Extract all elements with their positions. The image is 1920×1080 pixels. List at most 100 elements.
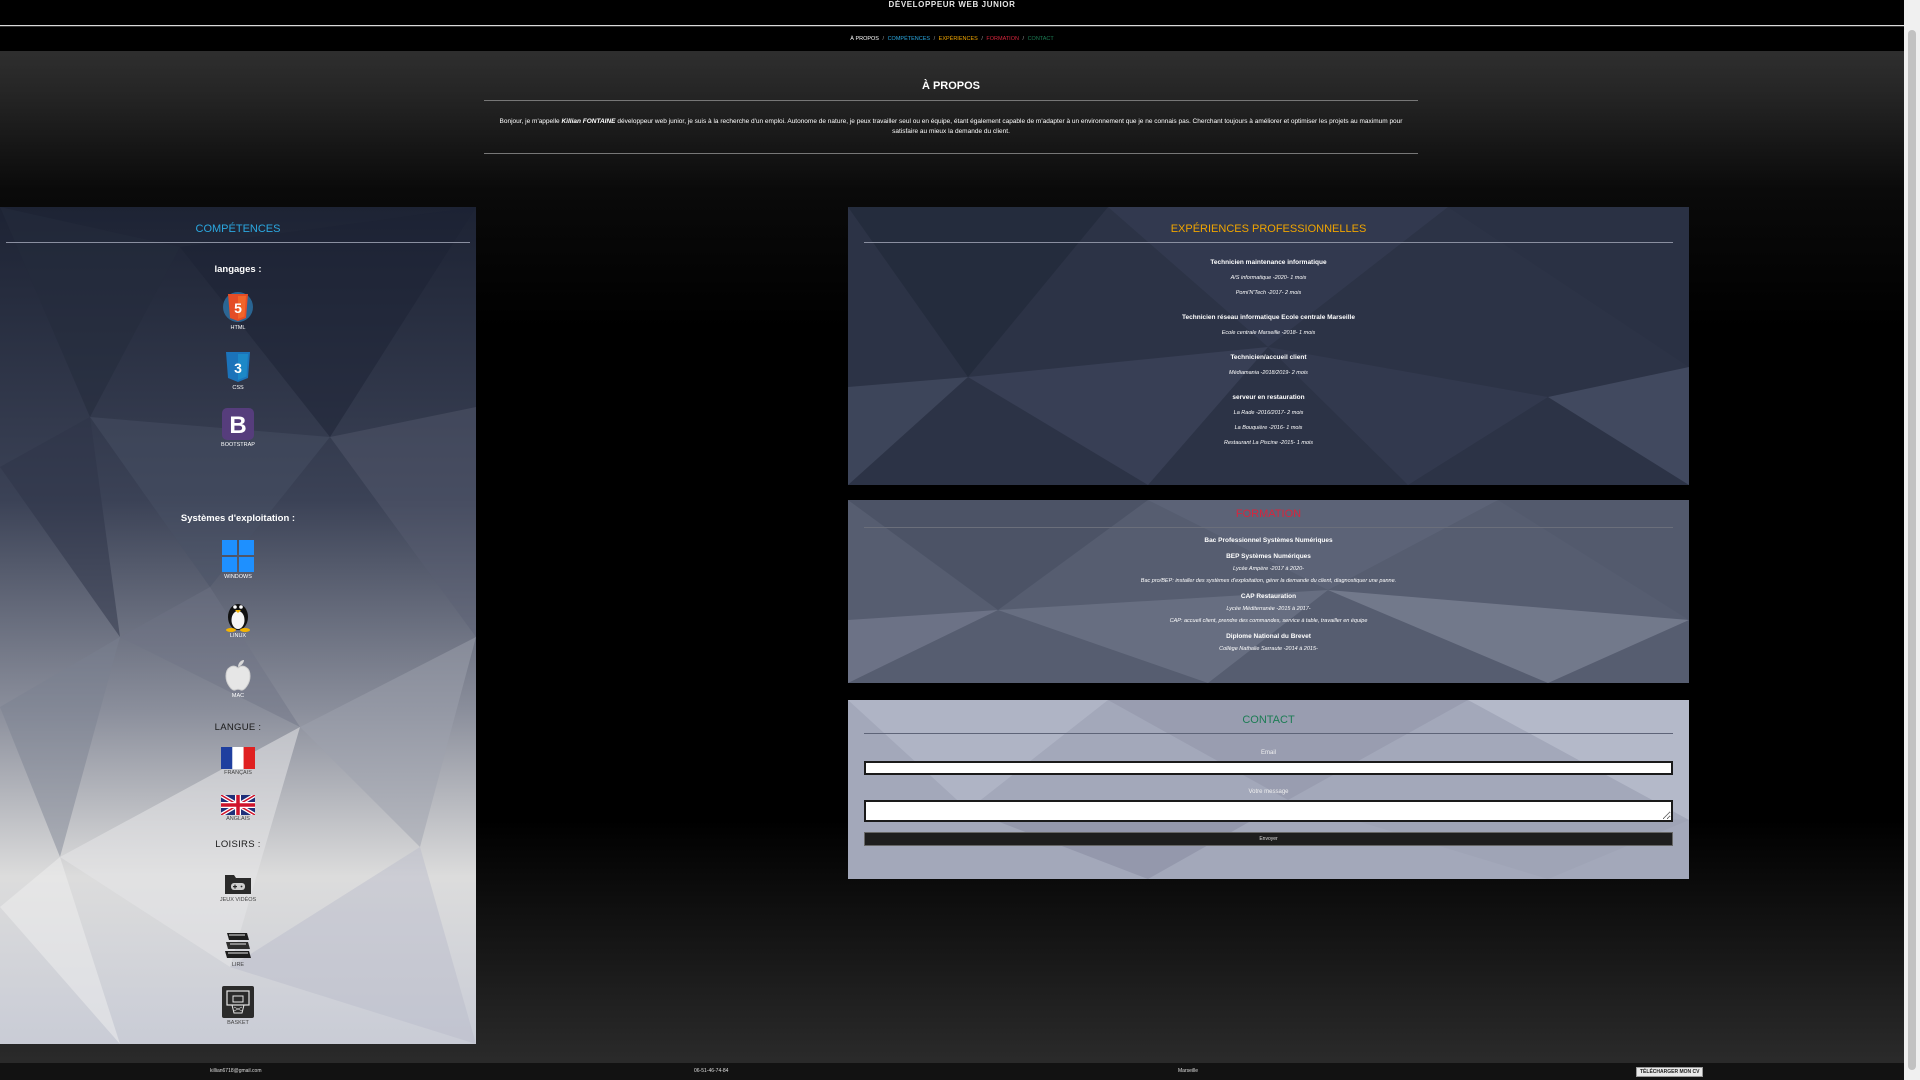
skill-label: WINDOWS xyxy=(224,574,252,580)
skill-label: HTML xyxy=(230,325,246,331)
gamepad-folder-icon xyxy=(225,875,251,894)
job-title: Technicien maintenance informatique xyxy=(1210,259,1327,266)
skill-label: CSS xyxy=(232,385,244,391)
langue-title: LANGUE : xyxy=(214,722,262,733)
basketball-hoop-icon xyxy=(222,986,254,1018)
footer-city: Marseille xyxy=(1178,1068,1199,1074)
formation-panel: FORMATION Bac Professionnel Systèmes Num… xyxy=(848,500,1689,683)
france-flag-icon xyxy=(221,747,255,769)
nav-separator: / xyxy=(981,36,983,42)
skills-title: COMPÉTENCES xyxy=(6,207,470,243)
contact-content: CONTACT Email Votre message Envoyer xyxy=(848,700,1689,846)
list-item: serveur en restauration La Rade -2016/20… xyxy=(848,394,1689,446)
download-cv-button[interactable]: TÉLÉCHARGER MON CV xyxy=(1636,1067,1704,1077)
about-section: À PROPOS Bonjour, je m'appelle Killian F… xyxy=(484,80,1418,154)
email-field[interactable] xyxy=(864,761,1673,775)
languages-title: langages : xyxy=(214,264,262,275)
message-label: Votre message xyxy=(1248,789,1289,795)
site-title: DÉVELOPPEUR WEB JUNIOR xyxy=(888,0,1016,9)
nav-link-contact[interactable]: CONTACT xyxy=(1028,36,1054,42)
skill-anglais: ANGLAIS xyxy=(0,795,476,822)
job-detail: La Rade -2016/2017- 2 mois xyxy=(1233,410,1304,416)
top-header: DÉVELOPPEUR WEB JUNIOR xyxy=(0,0,1904,26)
nav-link-formation[interactable]: FORMATION xyxy=(986,36,1019,42)
svg-text:5: 5 xyxy=(234,300,242,316)
formation-line: Diplome National du Brevet xyxy=(1226,633,1311,640)
contact-title: CONTACT xyxy=(864,700,1673,734)
job-detail: Restaurant La Piscine -2015- 1 mois xyxy=(1224,440,1313,446)
list-item: Technicien réseau informatique Ecole cen… xyxy=(848,314,1689,336)
nav-link-skills[interactable]: COMPÉTENCES xyxy=(888,36,930,42)
skill-linux: LINUX xyxy=(0,598,476,639)
hobbies-title: LOISIRS : xyxy=(215,839,261,850)
formation-line: CAP: accueil client, prendre des command… xyxy=(1169,618,1368,624)
skill-francais: FRANÇAIS xyxy=(0,747,476,776)
formation-line: BEP Systèmes Numériques xyxy=(1226,553,1311,560)
job-detail: Pomi'N'Tech -2017- 2 mois xyxy=(1235,290,1302,296)
hobby-lire: LIRE xyxy=(0,927,476,968)
nav-separator: / xyxy=(1022,36,1025,42)
formation-title: FORMATION xyxy=(864,500,1673,528)
os-title: Systèmes d'exploitation : xyxy=(180,513,296,524)
skill-label: JEUX VIDÉOS xyxy=(219,897,257,903)
message-field[interactable] xyxy=(864,800,1673,822)
skills-panel: COMPÉTENCES langages : 5 HTML 3 CSS B BO… xyxy=(0,207,476,1044)
formation-line: CAP Restauration xyxy=(1240,593,1297,600)
nav-separator: / xyxy=(933,36,936,42)
books-icon xyxy=(225,933,251,958)
formation-line: Lycée Méditerranée -2015 à 2017- xyxy=(1226,606,1311,612)
skill-label: LINUX xyxy=(229,633,247,639)
skill-label: BASKET xyxy=(227,1020,249,1026)
email-label: Email xyxy=(1260,750,1276,756)
hobby-jeux-videos: JEUX VIDÉOS xyxy=(0,870,476,903)
skill-label: LIRE xyxy=(231,962,245,968)
skill-label: FRANÇAIS xyxy=(224,770,252,776)
skill-windows: WINDOWS xyxy=(0,539,476,580)
job-title: Technicien/accueil client xyxy=(1230,354,1307,361)
nav-separator: / xyxy=(882,36,885,42)
job-title: Technicien réseau informatique Ecole cen… xyxy=(1182,314,1355,321)
skill-mac: MAC xyxy=(0,658,476,699)
owner-name: Killian FONTAINE xyxy=(561,118,616,125)
about-title: À PROPOS xyxy=(484,80,1418,101)
footer-phone: 06-51-46-74-84 xyxy=(694,1068,729,1074)
job-detail: Médiamania -2018/2019- 2 mois xyxy=(1229,370,1308,376)
experience-content: EXPÉRIENCES PROFESSIONNELLES Technicien … xyxy=(848,207,1689,446)
bootstrap-icon: B xyxy=(222,408,254,440)
formation-line: Collège Nathalie Sarraute -2014 à 2015- xyxy=(1219,646,1318,652)
job-detail: A/S informatique -2020- 1 mois xyxy=(1230,275,1307,281)
experience-title: EXPÉRIENCES PROFESSIONNELLES xyxy=(864,207,1673,243)
svg-text:3: 3 xyxy=(234,360,242,376)
apple-icon xyxy=(225,660,251,691)
contact-panel: CONTACT Email Votre message Envoyer xyxy=(848,700,1689,879)
linux-icon xyxy=(226,604,250,632)
footer: killian6718@gmail.com 06-51-46-74-84 Mar… xyxy=(0,1063,1904,1080)
experience-panel: EXPÉRIENCES PROFESSIONNELLES Technicien … xyxy=(848,207,1689,485)
css3-icon: 3 xyxy=(226,352,250,382)
skill-bootstrap: B BOOTSTRAP xyxy=(0,407,476,448)
job-title: serveur en restauration xyxy=(1232,394,1305,401)
skill-css: 3 CSS xyxy=(0,350,476,391)
scrollbar-thumb[interactable] xyxy=(1908,30,1916,1070)
formation-line: Bac pro/BEP: installer des systèmes d'ex… xyxy=(1140,578,1397,584)
list-item: Technicien maintenance informatique A/S … xyxy=(848,259,1689,296)
job-detail: Ecole centrale Marseille -2018- 1 mois xyxy=(1221,330,1316,336)
skill-label: BOOTSTRAP xyxy=(221,442,255,448)
nav-link-about[interactable]: À PROPOS xyxy=(850,36,879,42)
vertical-scrollbar[interactable] xyxy=(1904,0,1920,1080)
skill-label: ANGLAIS xyxy=(226,816,250,822)
nav-link-experience[interactable]: EXPÉRIENCES xyxy=(939,36,978,42)
skill-label: MAC xyxy=(231,693,245,699)
formation-content: FORMATION Bac Professionnel Systèmes Num… xyxy=(848,500,1689,652)
send-button[interactable]: Envoyer xyxy=(864,832,1673,846)
footer-email[interactable]: killian6718@gmail.com xyxy=(210,1068,262,1074)
skill-html: 5 HTML xyxy=(0,290,476,331)
about-text: Bonjour, je m'appelle Killian FONTAINE d… xyxy=(484,101,1418,154)
html5-icon: 5 xyxy=(223,292,253,322)
windows-icon xyxy=(222,540,254,572)
formation-line: Lycée Ampère -2017 à 2020- xyxy=(1233,566,1304,572)
job-detail: La Bouquière -2016- 1 mois xyxy=(1234,425,1303,431)
uk-flag-icon xyxy=(221,795,255,815)
formation-line: Bac Professionnel Systèmes Numériques xyxy=(1204,537,1333,544)
main-nav: À PROPOS / COMPÉTENCES / EXPÉRIENCES / F… xyxy=(0,27,1904,51)
